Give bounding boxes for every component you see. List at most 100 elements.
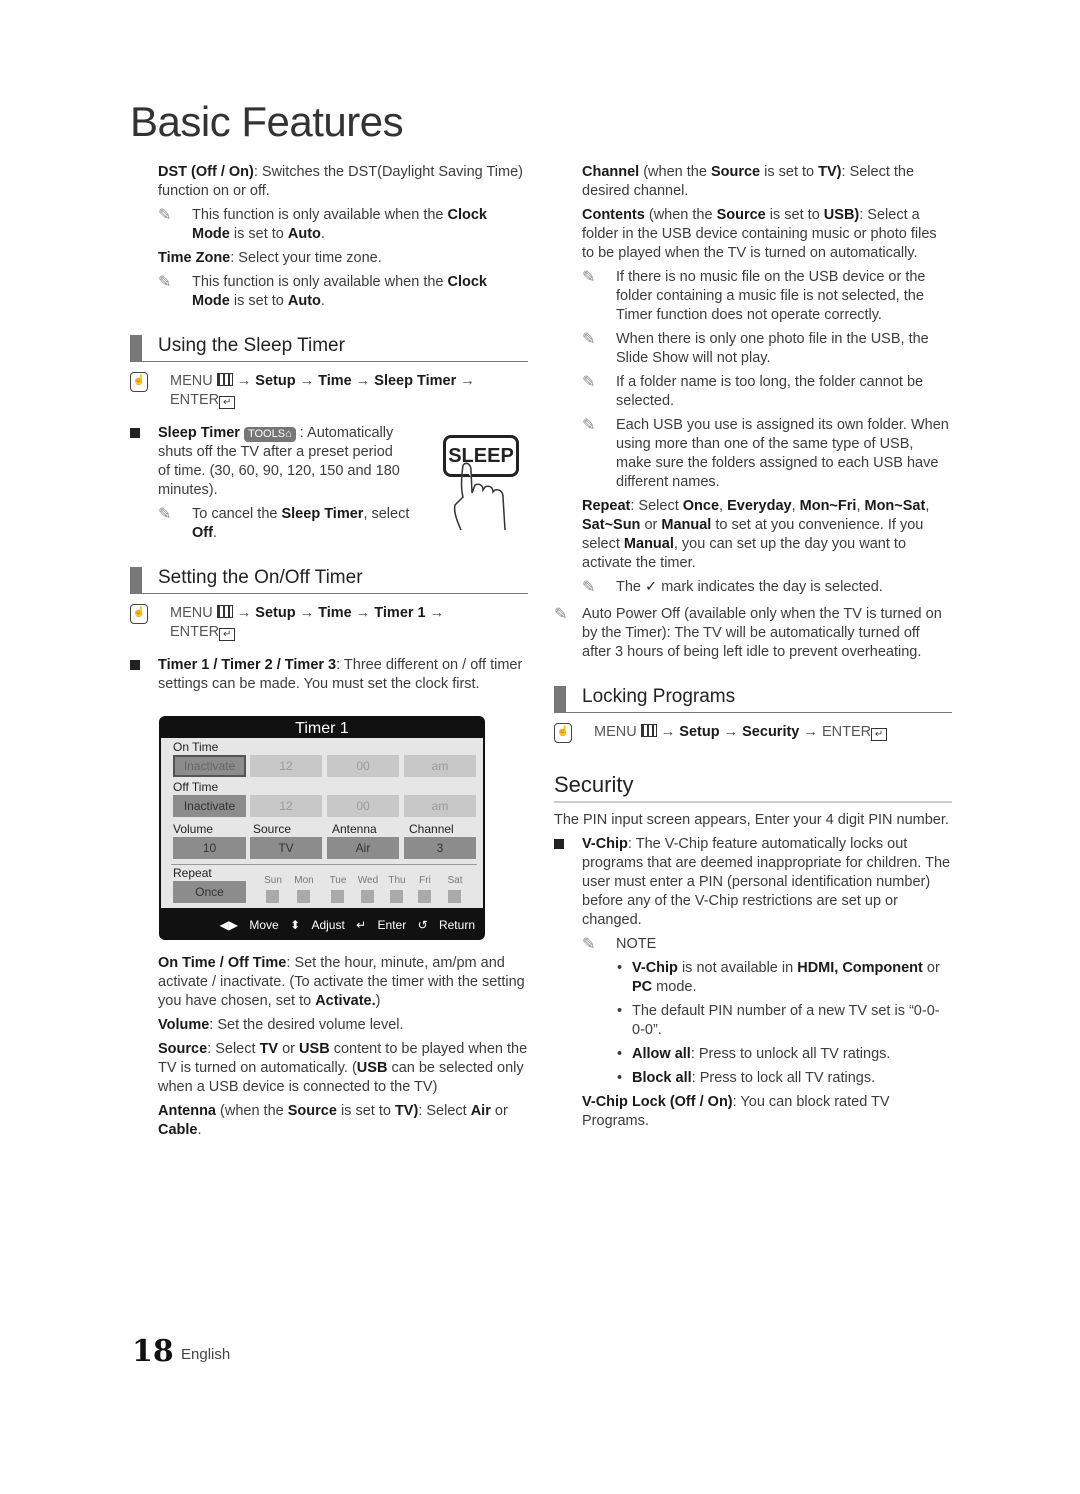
enter-icon: ↵ [219,628,236,641]
enter-label: Enter [377,918,407,932]
bold: Block all [632,1070,692,1086]
day-checkbox-mon[interactable] [297,890,310,903]
timer-divider [171,864,477,865]
on-time-ampm-field[interactable]: am [404,755,476,777]
note-item: The default PIN number of a new TV set i… [582,1002,952,1040]
sleep-timer-bullet: Sleep Timer TOOLS⌂ : Automatically shuts… [130,424,408,500]
text: : Press to unlock all TV ratings. [690,1046,891,1062]
security-intro: The PIN input screen appears, Enter your… [554,812,949,828]
note-text: If there is no music file on the USB dev… [616,269,926,323]
repeat-field[interactable]: Once [173,881,246,903]
dst-term: DST (Off / On) [158,164,254,180]
locking-menu-path: ☝ MENU → Setup → Security → ENTER ↵ [554,723,952,743]
day-checkbox-fri[interactable] [418,890,431,903]
text: : Press to lock all TV ratings. [691,1070,876,1086]
security-heading: Security [554,772,952,803]
text: or [922,960,940,976]
return-hint: ↺ Return [417,918,475,932]
volume-field[interactable]: 10 [173,837,246,859]
bold: Source [716,207,766,223]
section-heading-onoff-timer: Setting the On/Off Timer [130,565,528,594]
enter-icon: ↵ [871,728,888,741]
menu-label: MENU [170,373,213,389]
on-time-activate-field[interactable]: Inactivate [173,755,246,777]
channel-field[interactable]: 3 [404,837,476,859]
source-field[interactable]: TV [250,837,322,859]
bold: Manual [623,536,674,552]
source-label: Source [253,822,292,836]
arrow: → [425,605,445,621]
enter-icon: ↵ [219,396,236,409]
day-label-sat: Sat [447,875,463,886]
repeat-label: Repeat [173,866,212,880]
bold: Source [710,164,761,180]
bold: Mon~Fri [799,498,857,514]
sleep-timer-term: Sleep Timer [158,425,240,441]
text: , [719,498,728,514]
bold: Source [287,1103,337,1119]
left-column: DST (Off / On): Switches the DST(Dayligh… [130,163,528,699]
bold: Everyday [727,498,792,514]
text: is set to [765,207,824,223]
text: or [278,1041,300,1057]
note-bold: Sleep Timer [281,506,364,522]
day-checkbox-sun[interactable] [266,890,279,903]
onoff-menu-path: ☝ MENU → Setup → Time → Timer 1 → ENTER ↵ [130,604,528,642]
menu-icon [216,373,233,386]
note-item: Allow all: Press to unlock all TV rating… [582,1045,952,1064]
off-time-ampm-field[interactable]: am [404,795,476,817]
note-text: . [320,293,325,309]
note-text: is set to [229,293,288,309]
bold: Air [470,1103,491,1119]
day-checkbox-tue[interactable] [331,890,344,903]
on-time-hour-field[interactable]: 12 [250,755,322,777]
antenna-label: Antenna [332,822,377,836]
usb-note: ✎ If there is no music file on the USB de… [582,268,952,325]
off-time-label: Off Time [173,780,219,794]
timer-settings-screen: Timer 1 On Time Inactivate 12 00 am Off … [159,716,485,940]
text: (when the [216,1103,288,1119]
off-time-minute-field[interactable]: 00 [327,795,399,817]
day-label-wed: Wed [357,875,379,886]
note-bold: Off [192,525,213,541]
antenna-description: Antenna (when the Source is set to TV): … [158,1102,528,1140]
section-heading-sleep-timer: Using the Sleep Timer [130,333,528,362]
timezone-term: Time Zone [158,250,231,266]
path-step: Setup [255,605,296,621]
day-checkbox-sat[interactable] [448,890,461,903]
term: Repeat [582,498,631,514]
term: Contents [582,207,645,223]
arrow: → [232,373,256,389]
bold: HDMI, Component [797,960,923,976]
bold: Mon~Sat [864,498,926,514]
return-label: Return [438,918,475,932]
bullet-square-icon [130,660,140,670]
page-number: 18 [132,1334,174,1369]
channel-label: Channel [409,822,454,836]
source-description: Source: Select TV or USB content to be p… [158,1040,528,1097]
bold: Once [682,498,720,514]
day-checkbox-thu[interactable] [390,890,403,903]
note-text: . [320,226,325,242]
antenna-field[interactable]: Air [327,837,399,859]
pencil-note-icon: ✎ [582,374,596,391]
on-time-minute-field[interactable]: 00 [327,755,399,777]
path-step: Time [318,373,352,389]
vchip-bullet: V-Chip: The V-Chip feature automatically… [554,835,952,930]
tools-badge: TOOLS⌂ [243,427,296,442]
off-time-hour-field[interactable]: 12 [250,795,322,817]
term: V-Chip [582,836,628,852]
volume-label: Volume [173,822,214,836]
arrow: → [351,373,375,389]
note-bold: Auto [287,293,321,309]
bold: TV [259,1041,279,1057]
arrow: → [799,724,822,740]
bold: Sat~Sun [582,517,641,533]
enter-label: ENTER [170,392,220,408]
page-language: English [181,1346,231,1363]
menu-icon [216,605,233,618]
dst-paragraph: DST (Off / On): Switches the DST(Dayligh… [158,163,528,201]
off-time-activate-field[interactable]: Inactivate [173,795,246,817]
day-checkbox-wed[interactable] [361,890,374,903]
arrow: → [232,605,256,621]
